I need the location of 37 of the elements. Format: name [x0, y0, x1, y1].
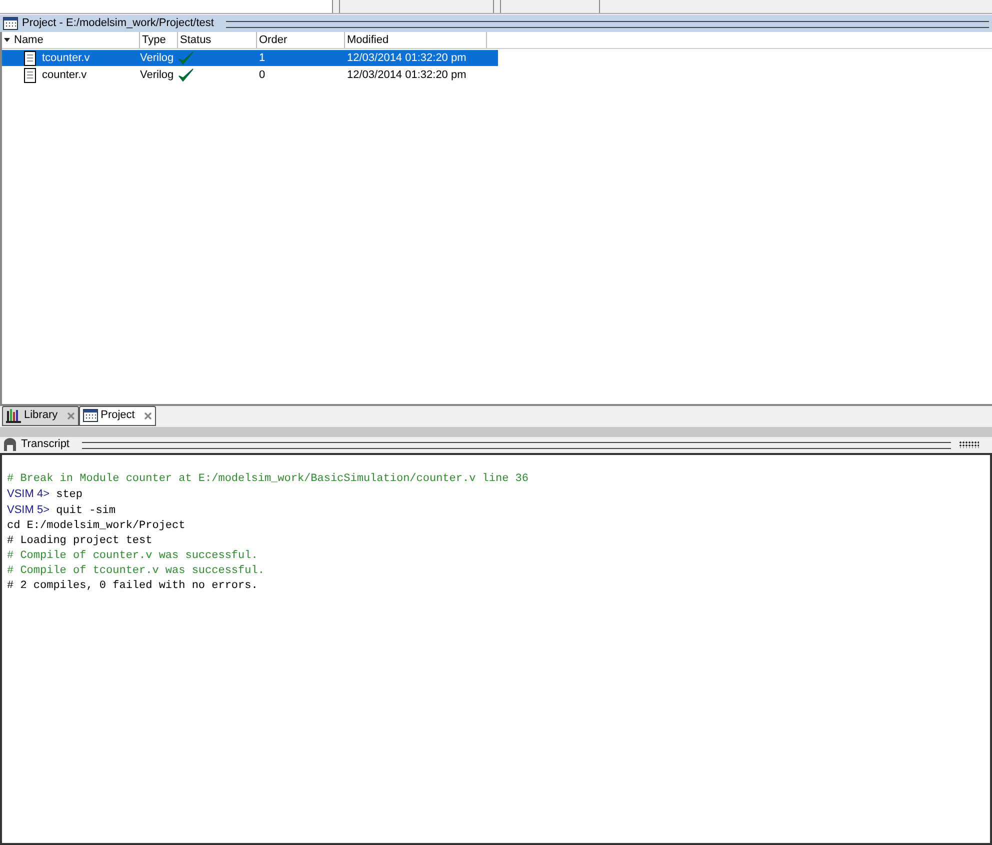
panel-tab[interactable]: Library — [2, 406, 79, 426]
panel-title: Transcript — [21, 437, 70, 452]
console-line: # Loading project test — [7, 534, 154, 548]
close-icon[interactable] — [66, 412, 75, 420]
table-cell-text: Verilog — [140, 50, 174, 66]
console-line: # Break in Module counter at E:/modelsim_work/BasicSimulation/counter.v line 36 — [7, 472, 530, 486]
table-row[interactable]: tcounter.v Verilog 1 12/03/2014 01:32:20 pm — [2, 50, 498, 66]
console-line: VSIM 4> step — [7, 486, 84, 502]
table-cell-text: Verilog — [140, 68, 174, 83]
table-cell-text: tcounter.v — [42, 50, 90, 66]
table-cell-text: counter.v — [42, 68, 87, 83]
checkmark-icon — [178, 51, 194, 65]
table-row[interactable]: counter.v Verilog 0 12/03/2014 01:32:20 pm — [2, 67, 498, 83]
file-icon — [24, 50, 36, 66]
checkmark-icon — [178, 68, 194, 82]
project-icon — [3, 17, 18, 30]
table-cell-text: 12/03/2014 01:32:20 pm — [347, 68, 466, 83]
console-line: VSIM 5> quit -sim — [7, 502, 117, 518]
table-cell-text: 12/03/2014 01:32:20 pm — [347, 50, 466, 66]
table-cell-text: 0 — [259, 68, 266, 83]
column-header[interactable]: Name — [12, 32, 140, 48]
project-icon — [82, 409, 98, 422]
panel-title: Project - E:/modelsim_work/Project/test — [22, 16, 214, 32]
column-header[interactable]: Order — [257, 32, 345, 48]
console-line: # 2 compiles, 0 failed with no errors. — [7, 578, 259, 594]
panel-tab[interactable]: Project — [78, 406, 156, 426]
console-line: cd E:/modelsim_work/Project — [7, 518, 186, 534]
file-icon — [24, 68, 36, 82]
column-header[interactable]: Modified — [345, 32, 487, 48]
grip-handle[interactable] — [959, 441, 979, 448]
close-icon[interactable] — [144, 412, 152, 420]
column-header[interactable]: Status — [178, 32, 257, 48]
console-line: # Compile of counter.v was successful. — [7, 548, 259, 564]
table-cell-text: 1 — [259, 50, 266, 66]
column-header[interactable]: Type — [140, 32, 178, 48]
library-icon — [6, 408, 21, 422]
console-line: # Compile of tcounter.v was successful. — [7, 564, 266, 578]
